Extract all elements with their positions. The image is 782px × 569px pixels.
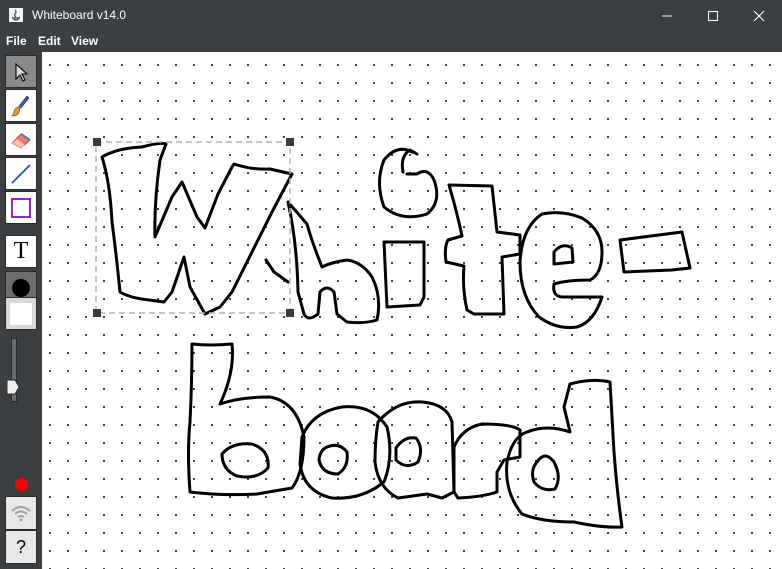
paintbrush-icon xyxy=(11,95,30,116)
line-tool-button[interactable] xyxy=(5,157,37,190)
fill-color-button[interactable] xyxy=(5,297,37,330)
stroke-color-swatch xyxy=(12,278,30,297)
minimize-icon xyxy=(662,15,672,16)
rectangle-tool-button[interactable] xyxy=(5,191,37,224)
brush-tool-button[interactable] xyxy=(5,89,37,122)
menu-file[interactable]: File xyxy=(6,34,27,48)
stroke-t xyxy=(443,183,522,316)
stroke-width-slider-thumb[interactable] xyxy=(6,379,20,395)
fill-color-swatch xyxy=(10,302,32,325)
select-tool-button[interactable] xyxy=(5,55,37,88)
rectangle-icon xyxy=(11,197,31,218)
stroke-a2 xyxy=(394,436,423,467)
handwritten-drawing xyxy=(93,138,692,529)
stroke-hyphen xyxy=(618,230,692,274)
minimize-button[interactable] xyxy=(644,0,690,31)
stroke-r xyxy=(452,422,522,500)
wifi-icon xyxy=(11,506,31,522)
maximize-icon xyxy=(708,10,718,21)
arrow-pointer-icon xyxy=(15,62,29,82)
selection-handle-tl xyxy=(93,138,101,146)
window-title: Whiteboard v14.0 xyxy=(32,8,127,22)
title-bar[interactable]: Whiteboard v14.0 xyxy=(0,0,782,31)
stroke-d xyxy=(505,378,624,529)
java-app-icon xyxy=(8,7,24,23)
line-icon xyxy=(11,163,31,184)
selection-handle-bl xyxy=(93,309,101,317)
text-icon: T xyxy=(13,238,29,264)
stroke-o2 xyxy=(317,443,349,476)
stroke-h xyxy=(286,200,381,325)
close-button[interactable] xyxy=(736,0,782,31)
drawing-canvas[interactable] xyxy=(42,52,782,569)
stroke-i xyxy=(382,240,426,309)
menu-bar: File Edit View xyxy=(0,31,782,52)
eraser-tool-button[interactable] xyxy=(5,123,37,156)
stroke-b xyxy=(187,342,306,497)
menu-edit[interactable]: Edit xyxy=(38,34,61,48)
maximize-button[interactable] xyxy=(690,0,736,31)
close-icon xyxy=(753,10,765,21)
stroke-e2 xyxy=(552,244,575,266)
stroke-i-dot2 xyxy=(400,148,419,174)
text-tool-button[interactable]: T xyxy=(5,235,37,268)
selection-handle-br xyxy=(286,309,294,317)
help-icon: ? xyxy=(15,536,26,557)
stroke-h2 xyxy=(264,258,290,284)
menu-view[interactable]: View xyxy=(71,34,98,48)
stroke-W xyxy=(100,141,294,316)
eraser-icon xyxy=(11,132,31,148)
record-indicator-icon[interactable] xyxy=(15,478,28,491)
network-button[interactable] xyxy=(5,496,37,530)
stroke-a xyxy=(373,400,456,500)
help-button[interactable]: ? xyxy=(5,530,37,564)
tool-palette: T ? xyxy=(0,52,42,569)
stroke-b2 xyxy=(220,442,270,479)
stroke-e xyxy=(518,211,604,329)
stroke-d2 xyxy=(531,454,560,492)
selection-handle-tr xyxy=(286,138,294,146)
stroke-i-dot xyxy=(378,147,439,219)
